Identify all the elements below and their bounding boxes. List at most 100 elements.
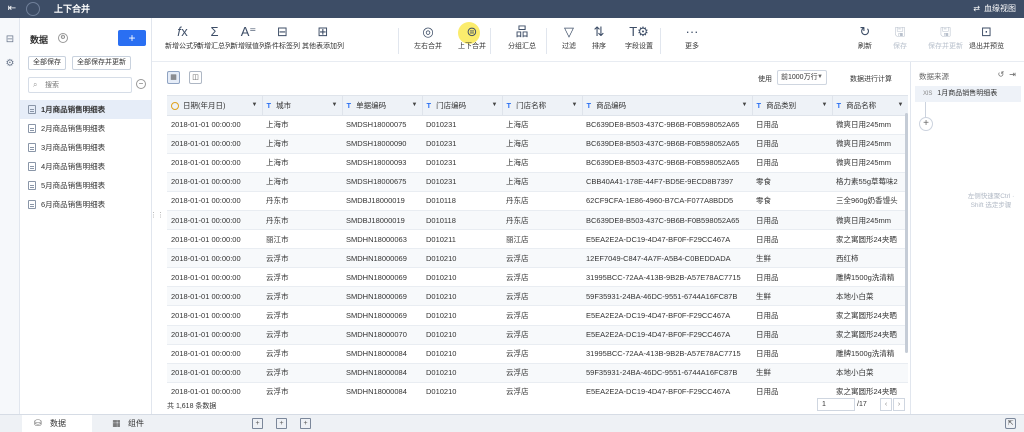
table-cell[interactable]: 云浮市 bbox=[262, 325, 342, 345]
table-cell[interactable]: 生鲜 bbox=[752, 286, 832, 307]
table-cell[interactable]: 2018-01-01 00:00:00 bbox=[167, 286, 262, 307]
table-cell[interactable]: 零食 bbox=[752, 191, 832, 211]
table-cell[interactable]: 日用品 bbox=[752, 267, 832, 288]
table-list-item[interactable]: 6月商品销售明细表 bbox=[20, 195, 151, 214]
table-cell[interactable]: 生鲜 bbox=[752, 248, 832, 269]
table-cell[interactable]: 2018-01-01 00:00:00 bbox=[167, 134, 262, 154]
table-cell[interactable]: 12EF7049-C847-4A7F-A5B4-C0BEDDADA bbox=[582, 248, 752, 269]
table-cell[interactable]: 2018-01-01 00:00:00 bbox=[167, 153, 262, 173]
table-list-item[interactable]: 1月商品销售明细表 bbox=[20, 100, 151, 119]
table-cell[interactable]: D010210 bbox=[422, 382, 502, 398]
table-cell[interactable]: 云浮市 bbox=[262, 363, 342, 383]
table-cell[interactable]: 日用品 bbox=[752, 210, 832, 231]
table-cell[interactable]: D010231 bbox=[422, 134, 502, 154]
table-cell[interactable]: SMDSH18000090 bbox=[342, 134, 422, 154]
column-header[interactable]: 日期(年月日) ▼ bbox=[167, 96, 263, 116]
table-cell[interactable]: 云浮市 bbox=[262, 382, 342, 398]
chart-view-icon[interactable]: ◫ bbox=[189, 71, 202, 84]
column-header[interactable]: T 门店编码 ▼ bbox=[422, 96, 503, 116]
table-cell[interactable]: SMDHN18000069 bbox=[342, 248, 422, 269]
table-cell[interactable]: 上海市 bbox=[262, 172, 342, 192]
chevron-down-icon[interactable]: ▼ bbox=[412, 102, 418, 108]
history-icon[interactable]: ↺ bbox=[998, 70, 1005, 79]
other-table-column-button[interactable]: ⊞ 其他表添加列 bbox=[302, 24, 344, 52]
table-cell[interactable]: 微爽日用245mm bbox=[832, 115, 908, 135]
table-cell[interactable]: SMDHN18000063 bbox=[342, 229, 422, 250]
add-report-icon[interactable]: + bbox=[300, 418, 311, 429]
table-cell[interactable]: 2018-01-01 00:00:00 bbox=[167, 191, 262, 211]
column-header[interactable]: T 城市 ▼ bbox=[262, 96, 343, 116]
chevron-down-icon[interactable]: ▼ bbox=[332, 102, 338, 108]
expand-icon[interactable]: ⇱ bbox=[1005, 418, 1016, 429]
table-cell[interactable]: E5EA2E2A-DC19-4D47-BF0F-F29CC467A bbox=[582, 229, 752, 250]
table-cell[interactable]: 丹东店 bbox=[502, 210, 582, 231]
table-cell[interactable]: SMDHN18000084 bbox=[342, 363, 422, 383]
table-cell[interactable]: 家之寓圆形24夹晒 bbox=[832, 382, 908, 398]
table-cell[interactable]: 59F35931-24BA-46DC-9551-6744A16FC87B bbox=[582, 286, 752, 307]
save-button[interactable]: 🖫 保存 bbox=[893, 24, 907, 52]
prev-page-button[interactable]: ‹ bbox=[880, 398, 892, 411]
table-cell[interactable]: 2018-01-01 00:00:00 bbox=[167, 172, 262, 192]
table-cell[interactable]: 云浮店 bbox=[502, 344, 582, 364]
settings-icon[interactable]: ⚙ bbox=[4, 58, 16, 70]
table-cell[interactable]: 微爽日用245mm bbox=[832, 134, 908, 154]
assign-column-button[interactable]: A⁼ 新增赋值列 bbox=[231, 24, 266, 52]
row-limit-select[interactable]: 前1000万行 ▼ bbox=[777, 70, 827, 85]
chevron-down-icon[interactable]: ▼ bbox=[492, 102, 498, 108]
source-table-item[interactable]: XlS 1月商品销售明细表 bbox=[915, 86, 1021, 102]
table-cell[interactable]: 上海店 bbox=[502, 153, 582, 173]
table-cell[interactable]: SMDSH18000075 bbox=[342, 115, 422, 135]
table-cell[interactable]: 2018-01-01 00:00:00 bbox=[167, 210, 262, 231]
table-cell[interactable]: 日用品 bbox=[752, 325, 832, 345]
table-cell[interactable]: SMDHN18000069 bbox=[342, 286, 422, 307]
table-cell[interactable]: SMDBJ18000019 bbox=[342, 210, 422, 231]
table-cell[interactable]: D010210 bbox=[422, 248, 502, 269]
data-icon[interactable]: ⊟ bbox=[4, 34, 16, 46]
table-cell[interactable]: 云浮市 bbox=[262, 344, 342, 364]
column-header[interactable]: T 商品名称 ▼ bbox=[832, 96, 908, 116]
table-cell[interactable]: 上海市 bbox=[262, 134, 342, 154]
page-input[interactable]: 1 bbox=[817, 398, 855, 411]
table-cell[interactable]: 丽江市 bbox=[262, 229, 342, 250]
table-cell[interactable]: D010210 bbox=[422, 305, 502, 326]
table-cell[interactable]: 31995BCC-72AA-413B-9B2B-A57E78AC7715 bbox=[582, 267, 752, 288]
table-cell[interactable]: 日用品 bbox=[752, 305, 832, 326]
add-dashboard-icon[interactable]: + bbox=[252, 418, 263, 429]
table-list-item[interactable]: 4月商品销售明细表 bbox=[20, 157, 151, 176]
table-cell[interactable]: 家之寓圆形24夹晒 bbox=[832, 325, 908, 345]
table-cell[interactable]: 上海店 bbox=[502, 134, 582, 154]
table-cell[interactable]: D010210 bbox=[422, 325, 502, 345]
column-header[interactable]: T 门店名称 ▼ bbox=[502, 96, 583, 116]
arrow-left-icon[interactable]: ⇤ bbox=[6, 3, 18, 15]
table-cell[interactable]: 上海店 bbox=[502, 172, 582, 192]
table-cell[interactable]: 62CF9CFA-1E86-4960-B7CA-F077A8BDD5 bbox=[582, 191, 752, 211]
save-update-button[interactable]: 🖫 保存并更新 bbox=[928, 24, 963, 52]
column-header[interactable]: T 商品编码 ▼ bbox=[582, 96, 753, 116]
summary-column-button[interactable]: Σ 新增汇总列 bbox=[197, 24, 232, 52]
lineage-view-button[interactable]: ⇄ 血缘视图 bbox=[973, 3, 1016, 15]
table-cell[interactable]: SMDHN18000069 bbox=[342, 305, 422, 326]
table-cell[interactable]: 零食 bbox=[752, 172, 832, 192]
drag-handle-icon[interactable]: ⋮⋮ bbox=[150, 212, 164, 219]
table-cell[interactable]: BC639DE8-B503-437C-9B6B-F0B598052A65 bbox=[582, 134, 752, 154]
settings-icon[interactable]: ⚙ bbox=[58, 33, 68, 43]
table-cell[interactable]: 云浮店 bbox=[502, 382, 582, 398]
table-cell[interactable]: 2018-01-01 00:00:00 bbox=[167, 267, 262, 288]
table-cell[interactable]: 日用品 bbox=[752, 344, 832, 364]
field-settings-button[interactable]: T⚙ 字段设置 bbox=[625, 24, 653, 52]
condition-tag-column-button[interactable]: ⊟ 条件标签列 bbox=[265, 24, 300, 52]
table-cell[interactable]: BC639DE8-B503-437C-9B6B-F0B598052A65 bbox=[582, 153, 752, 173]
vertical-scrollbar[interactable] bbox=[905, 113, 908, 353]
add-table-button[interactable]: + bbox=[118, 30, 146, 46]
left-right-merge-button[interactable]: ◎ 左右合并 bbox=[414, 24, 442, 52]
collapse-icon[interactable]: ⇥ bbox=[1009, 70, 1016, 79]
chevron-down-icon[interactable]: ▼ bbox=[898, 102, 904, 108]
table-cell[interactable]: 59F35931-24BA-46DC-9551-6744A16FC87B bbox=[582, 363, 752, 383]
table-cell[interactable]: 格力素55g草莓味2 bbox=[832, 172, 908, 192]
table-cell[interactable]: 云浮市 bbox=[262, 305, 342, 326]
table-cell[interactable]: 日用品 bbox=[752, 134, 832, 154]
table-cell[interactable]: 西红柿 bbox=[832, 248, 908, 269]
table-cell[interactable]: 日用品 bbox=[752, 229, 832, 250]
add-step-button[interactable]: + bbox=[919, 117, 933, 131]
table-cell[interactable]: 本地小白菜 bbox=[832, 286, 908, 307]
